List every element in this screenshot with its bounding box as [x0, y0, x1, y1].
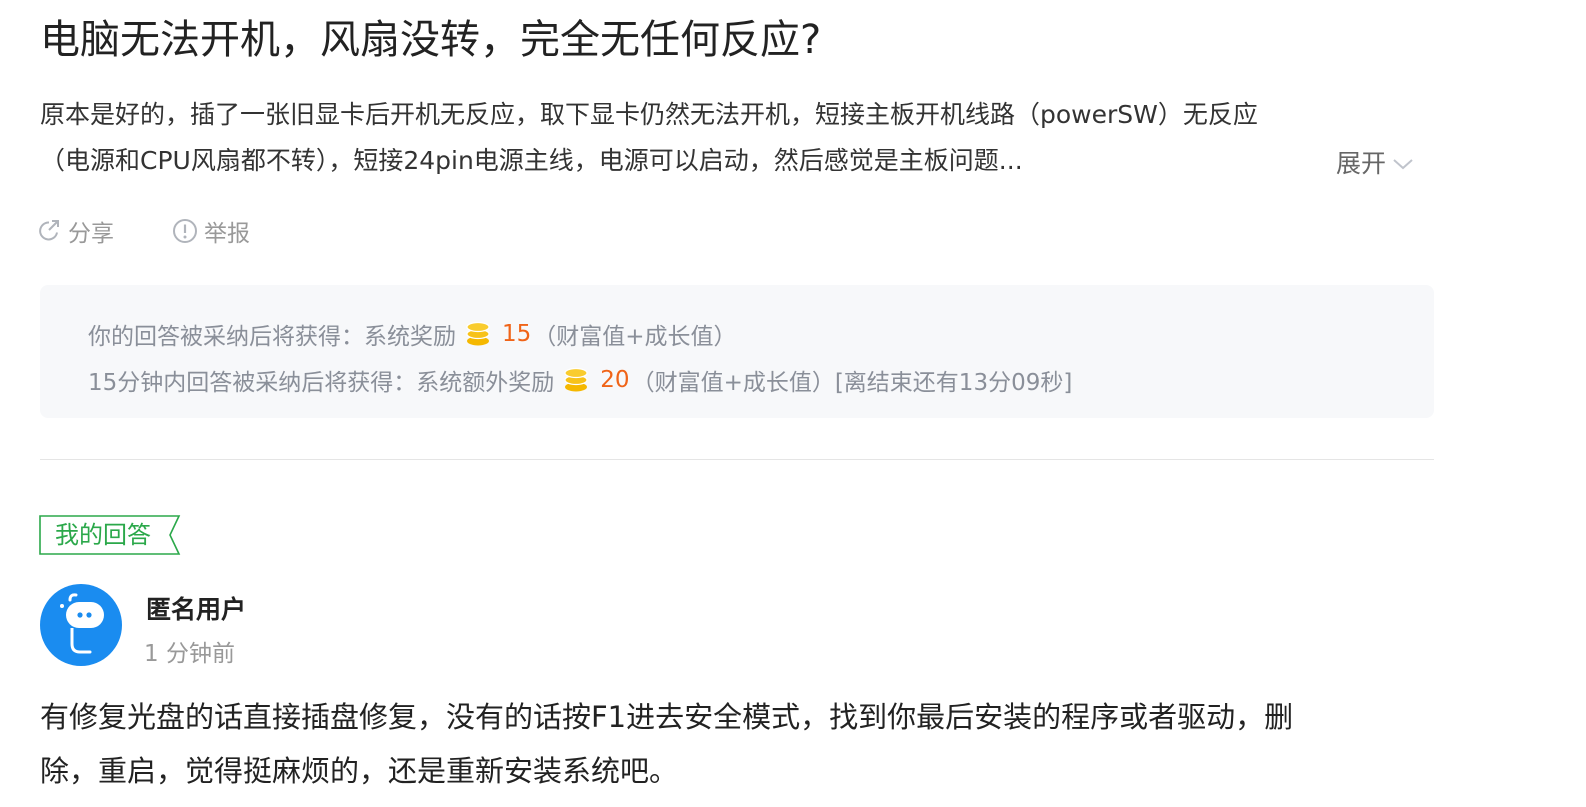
report-button[interactable]: 举报 — [172, 214, 250, 248]
user-name[interactable]: 匿名用户 — [146, 590, 246, 626]
reward-line: 你的回答被采纳后将获得：系统奖励 15 （财富值+成长值） — [88, 311, 1434, 357]
share-button[interactable]: 分享 — [36, 214, 114, 248]
coin-icon — [466, 321, 490, 346]
reward-info-box: 你的回答被采纳后将获得：系统奖励 15 （财富值+成长值） 15分钟内回答被采纳… — [40, 285, 1434, 418]
question-description: 原本是好的，插了一张旧显卡后开机无反应，取下显卡仍然无法开机，短接主板开机线路（… — [40, 92, 1440, 184]
answer-line: 除，重启，觉得挺麻烦的，还是重新安装系统吧。 — [40, 754, 679, 788]
my-answer-tag: 我的回答 — [39, 515, 181, 555]
description-line: 原本是好的，插了一张旧显卡后开机无反应，取下显卡仍然无法开机，短接主板开机线路（… — [40, 100, 1258, 129]
reward-text: 15分钟内回答被采纳后将获得：系统额外奖励 — [88, 370, 555, 396]
report-icon — [173, 219, 197, 243]
expand-label: 展开 — [1336, 149, 1387, 178]
section-divider — [40, 459, 1434, 460]
report-label: 举报 — [204, 221, 250, 247]
answer-line: 有修复光盘的话直接插盘修复，没有的话按F1进去安全模式，找到你最后安装的程序或者… — [40, 700, 1294, 734]
answer-body: 有修复光盘的话直接插盘修复，没有的话按F1进去安全模式，找到你最后安装的程序或者… — [40, 690, 1440, 798]
coin-icon — [564, 367, 588, 392]
reward-suffix: （财富值+成长值）[离结束还有13分09秒] — [631, 370, 1073, 396]
share-icon — [39, 220, 59, 241]
chevron-down-icon — [1393, 159, 1413, 170]
post-time: 1 分钟前 — [144, 641, 235, 667]
reward-value: 15 — [502, 321, 532, 347]
expand-button[interactable]: 展开 — [1336, 144, 1414, 184]
reward-line: 15分钟内回答被采纳后将获得：系统额外奖励 20 （财富值+成长值）[离结束还有… — [88, 357, 1434, 403]
description-line: （电源和CPU风扇都不转），短接24pin电源主线，电源可以启动，然后感觉是主板… — [40, 146, 1023, 175]
question-actions: 分享 举报 — [36, 214, 250, 248]
my-answer-label: 我的回答 — [55, 521, 151, 549]
share-label: 分享 — [68, 221, 114, 247]
reward-value: 20 — [600, 367, 630, 393]
reward-suffix: （财富值+成长值） — [533, 324, 737, 350]
question-title: 电脑无法开机，风扇没转，完全无任何反应? — [40, 17, 822, 63]
anonymous-avatar-icon — [40, 584, 122, 666]
reward-text: 你的回答被采纳后将获得：系统奖励 — [88, 324, 456, 350]
